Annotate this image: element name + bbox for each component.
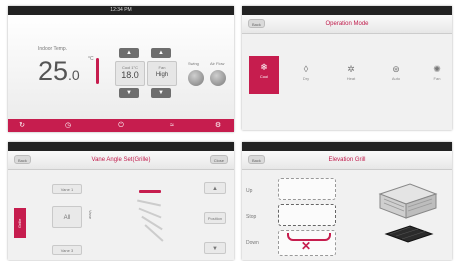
- stop-button[interactable]: [278, 204, 336, 226]
- temp-unit: °C: [88, 56, 94, 62]
- up-button[interactable]: [278, 178, 336, 200]
- stop-label: Stop: [246, 214, 257, 220]
- main-control-screen: 12:34 PM Indoor Temp. 25.0 °C ▲ ▲ Cool 1…: [8, 6, 234, 132]
- page-title: Vane Angle Set(Grille): [91, 157, 151, 163]
- vane-side-label: Vane: [88, 210, 93, 220]
- up-label: Up: [246, 188, 253, 194]
- mode-heat[interactable]: ✲ Heat: [336, 58, 366, 92]
- page-title: Elevation Grill: [328, 157, 366, 163]
- mode-cool[interactable]: ❄ Cool: [249, 56, 279, 94]
- title-bar: Back Vane Angle Set(Grille) Close: [8, 151, 234, 170]
- auto-icon: ⊛: [392, 64, 400, 74]
- airflow-knob[interactable]: [210, 70, 226, 86]
- x-icon: ✕: [301, 239, 312, 253]
- status-bar: 12:34 PM: [8, 6, 234, 15]
- cool-up-button[interactable]: ▲: [119, 48, 139, 58]
- indoor-temp-value: 25.0: [38, 56, 80, 86]
- top-bar: [8, 142, 234, 151]
- snowflake-icon: ❄: [260, 62, 268, 72]
- mode-fan[interactable]: ✺ Fan: [422, 58, 452, 92]
- mode-auto[interactable]: ⊛ Auto: [381, 58, 411, 92]
- swing-knob[interactable]: [188, 70, 204, 86]
- cool-setpoint-box[interactable]: Cool 1°C 18.0: [115, 61, 145, 86]
- swing-label: Swing: [188, 61, 199, 66]
- settings-icon[interactable]: ⚙: [204, 119, 232, 132]
- vane1-button[interactable]: Vane 1: [52, 184, 82, 194]
- cool-down-button[interactable]: ▼: [119, 88, 139, 98]
- indoor-temp-label: Indoor Temp.: [38, 46, 68, 52]
- airflow-label: Air Flow: [210, 61, 225, 66]
- angle-up-button[interactable]: ▲: [204, 182, 226, 194]
- fan-icon: ✺: [433, 64, 441, 74]
- mode-dry[interactable]: ◊ Dry: [291, 58, 321, 92]
- page-title: Operation Mode: [325, 21, 369, 27]
- selected-vane-position: [139, 190, 161, 193]
- all-vanes-button[interactable]: All: [52, 206, 82, 228]
- cassette-unit-illustration: [378, 183, 438, 243]
- fan-up-button[interactable]: ▲: [151, 48, 171, 58]
- refresh-icon[interactable]: ↻: [8, 119, 36, 132]
- droplet-icon: ◊: [303, 64, 309, 74]
- title-bar: Back Elevation Grill: [242, 151, 452, 170]
- timer-icon[interactable]: ◷: [54, 119, 82, 132]
- power-icon[interactable]: ⏻: [107, 119, 135, 132]
- close-button[interactable]: Close: [209, 155, 228, 164]
- top-bar: [242, 6, 452, 15]
- position-button[interactable]: Position: [204, 212, 226, 224]
- grille-tab[interactable]: Grille: [14, 208, 26, 238]
- title-bar: Back Operation Mode: [242, 15, 452, 34]
- fan-down-button[interactable]: ▼: [151, 88, 171, 98]
- airflow-icon[interactable]: ≈: [158, 119, 186, 132]
- top-bar: [242, 142, 452, 151]
- fan-speed-box[interactable]: Fan High: [147, 61, 177, 86]
- angle-down-button[interactable]: ▼: [204, 242, 226, 254]
- sun-icon: ✲: [347, 64, 355, 74]
- operation-mode-screen: Back Operation Mode ❄ Cool ◊ Dry ✲ Heat …: [242, 6, 452, 130]
- vane3-button[interactable]: Vane 3: [52, 245, 82, 255]
- bottom-nav-bar: ↻ ◷ ⏻ ≈ ⚙: [8, 119, 234, 132]
- vane-position-1: [137, 199, 161, 207]
- elevation-grill-screen: Back Elevation Grill Up Stop Down ✕: [242, 142, 452, 260]
- down-label: Down: [246, 240, 259, 246]
- thermometer-icon: [96, 58, 99, 84]
- down-button[interactable]: ✕: [278, 230, 336, 256]
- vane-angle-screen: Back Vane Angle Set(Grille) Close Grille…: [8, 142, 234, 260]
